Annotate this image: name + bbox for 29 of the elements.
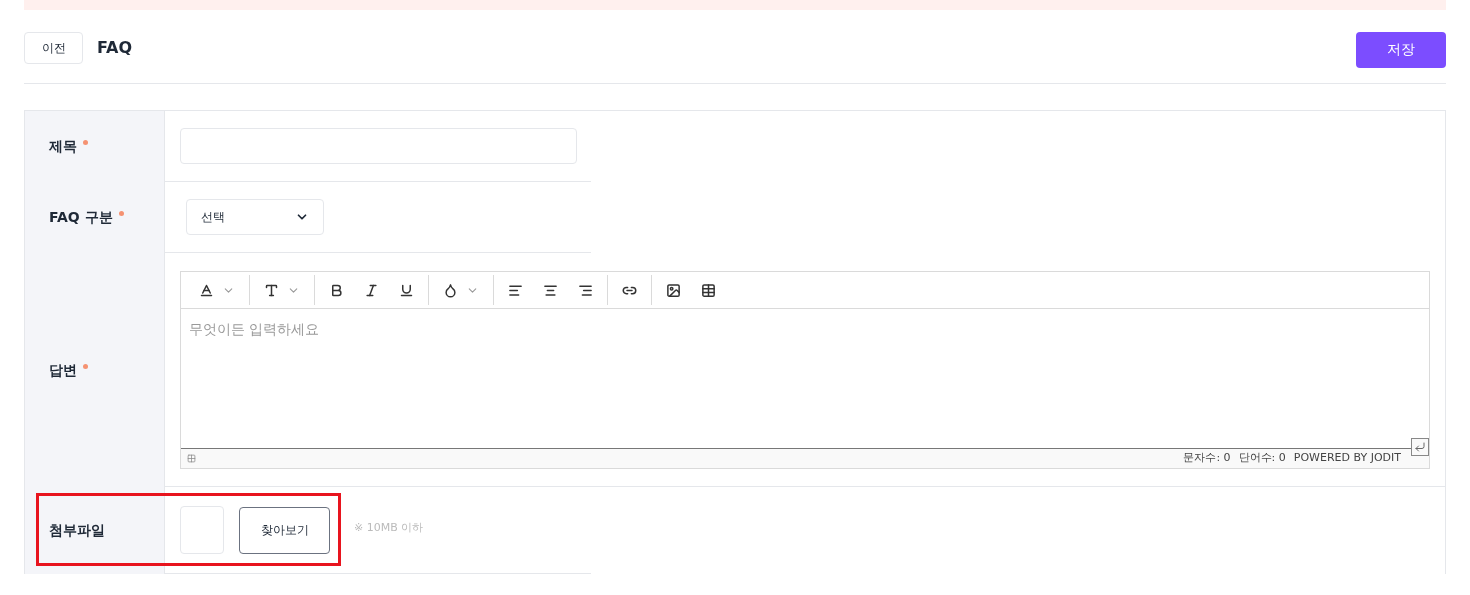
field-label: 첨부파일 <box>49 521 105 540</box>
font-icon <box>199 282 214 298</box>
editor-status-text: 문자수: 0 <box>1183 450 1231 467</box>
field-label: 제목 <box>49 137 77 156</box>
bold-icon <box>329 282 344 298</box>
align-left-icon <box>508 282 523 298</box>
file-size-note: ※ 10MB 이하 <box>354 519 424 536</box>
editor-status-text: 단어수: 0 <box>1238 450 1286 467</box>
category-select[interactable]: 선택 <box>186 199 324 235</box>
back-button[interactable]: 이전 <box>24 31 83 64</box>
editor-status-text: POWERED BY JODIT <box>1293 450 1401 467</box>
image-icon <box>666 282 681 298</box>
align-center-icon <box>543 282 558 298</box>
field-label: FAQ 구분 <box>49 208 113 227</box>
droplet-icon <box>443 282 458 298</box>
browse-button[interactable]: 찾아보기 <box>239 506 330 554</box>
italic-icon <box>364 282 379 298</box>
field-label: 답변 <box>49 360 77 380</box>
table-icon <box>701 282 716 298</box>
save-button[interactable]: 저장 <box>1356 31 1446 68</box>
page-title: FAQ <box>97 36 133 59</box>
file-thumbnail <box>180 506 224 554</box>
editor-placeholder: 무엇이든 입력하세요 <box>189 321 320 337</box>
enter-mode-icon[interactable] <box>1411 438 1429 456</box>
resize-icon <box>187 454 196 463</box>
text-size-icon <box>264 282 279 298</box>
underline-icon <box>399 282 414 298</box>
align-right-icon <box>578 282 593 298</box>
title-input[interactable] <box>180 128 577 164</box>
